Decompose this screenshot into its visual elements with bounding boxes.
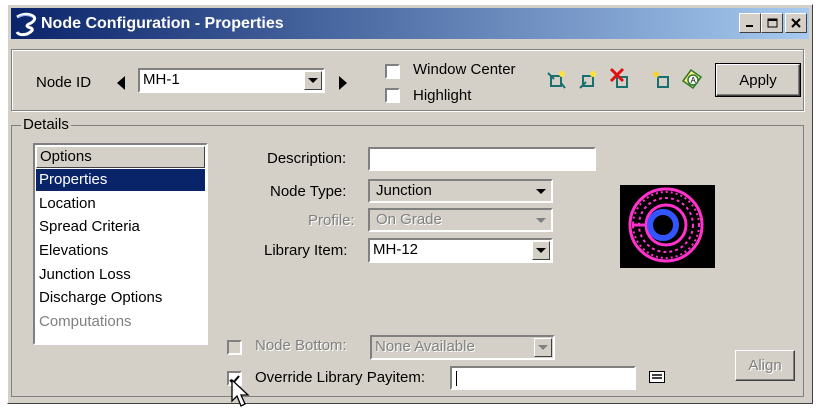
node-new-icon[interactable] — [652, 69, 674, 91]
align-button: Align — [735, 350, 795, 381]
node-add-icon[interactable] — [577, 69, 599, 91]
options-list[interactable]: Options Properties Location Spread Crite… — [33, 143, 208, 345]
node-id-label: Node ID — [36, 74, 92, 91]
node-annotate-icon[interactable]: A — [680, 67, 704, 91]
node-pick-icon[interactable] — [545, 69, 567, 91]
profile-value: On Grade — [376, 211, 442, 228]
library-item-dropdown[interactable]: MH-12 — [368, 238, 553, 263]
mouse-pointer-icon — [231, 379, 250, 407]
app-logo-icon — [15, 12, 37, 36]
apply-button[interactable]: Apply — [715, 63, 801, 97]
description-input[interactable] — [368, 147, 596, 171]
manhole-symbol-icon — [628, 187, 704, 263]
library-item-value: MH-12 — [373, 241, 419, 258]
node-id-value: MH-1 — [143, 71, 180, 88]
text-cursor — [456, 371, 457, 386]
options-header: Options — [36, 146, 205, 168]
node-type-value: Junction — [376, 182, 432, 199]
node-bottom-checkbox — [227, 340, 242, 355]
highlight-checkbox[interactable] — [385, 88, 400, 103]
node-delete-icon[interactable] — [609, 67, 633, 91]
title-bar[interactable]: Node Configuration - Properties — [11, 8, 809, 39]
profile-dropdown: On Grade — [368, 208, 553, 232]
node-preview-image — [620, 185, 715, 268]
dropdown-arrow-icon[interactable] — [532, 182, 550, 200]
list-item-properties[interactable]: Properties — [36, 169, 205, 191]
list-item-discharge-options[interactable]: Discharge Options — [36, 287, 205, 309]
dropdown-arrow-icon[interactable] — [304, 71, 322, 90]
prev-node-icon[interactable] — [116, 76, 126, 90]
list-item-elevations[interactable]: Elevations — [36, 240, 205, 262]
override-payitem-label: Override Library Payitem: — [255, 369, 426, 386]
maximize-icon — [767, 18, 777, 28]
next-node-icon[interactable] — [338, 76, 348, 90]
list-item-computations: Computations — [39, 313, 132, 330]
close-icon — [791, 18, 801, 28]
override-payitem-input[interactable] — [450, 366, 636, 390]
dropdown-arrow-icon[interactable] — [532, 241, 550, 260]
align-button-label: Align — [748, 357, 782, 374]
node-type-dropdown[interactable]: Junction — [368, 179, 553, 203]
window-center-label: Window Center — [413, 61, 516, 78]
node-type-label: Node Type: — [270, 183, 347, 200]
dropdown-arrow-icon — [534, 338, 552, 357]
browse-list-icon[interactable] — [649, 371, 665, 383]
list-item-location[interactable]: Location — [36, 193, 205, 215]
list-item-spread-criteria[interactable]: Spread Criteria — [36, 216, 205, 238]
description-label: Description: — [267, 150, 347, 167]
list-item-junction-loss[interactable]: Junction Loss — [36, 264, 205, 286]
maximize-button[interactable] — [761, 13, 783, 33]
minimize-button[interactable] — [739, 13, 761, 33]
window-center-checkbox[interactable] — [385, 64, 400, 79]
details-label: Details — [21, 116, 71, 133]
node-bottom-value: None Available — [375, 338, 475, 355]
minimize-icon — [746, 25, 753, 27]
library-item-label: Library Item: — [264, 242, 348, 259]
node-bottom-label: Node Bottom: — [255, 337, 347, 354]
dropdown-arrow-icon — [532, 211, 550, 229]
node-bottom-dropdown: None Available — [370, 335, 555, 360]
window-title: Node Configuration - Properties — [41, 14, 284, 32]
svg-text:A: A — [691, 76, 697, 85]
profile-label: Profile: — [308, 212, 355, 229]
node-id-dropdown[interactable]: MH-1 — [138, 68, 325, 93]
close-button[interactable] — [785, 13, 807, 33]
apply-button-label: Apply — [739, 71, 777, 89]
dialog-window: Node Configuration - Properties Node ID … — [7, 4, 813, 407]
highlight-label: Highlight — [413, 87, 472, 104]
